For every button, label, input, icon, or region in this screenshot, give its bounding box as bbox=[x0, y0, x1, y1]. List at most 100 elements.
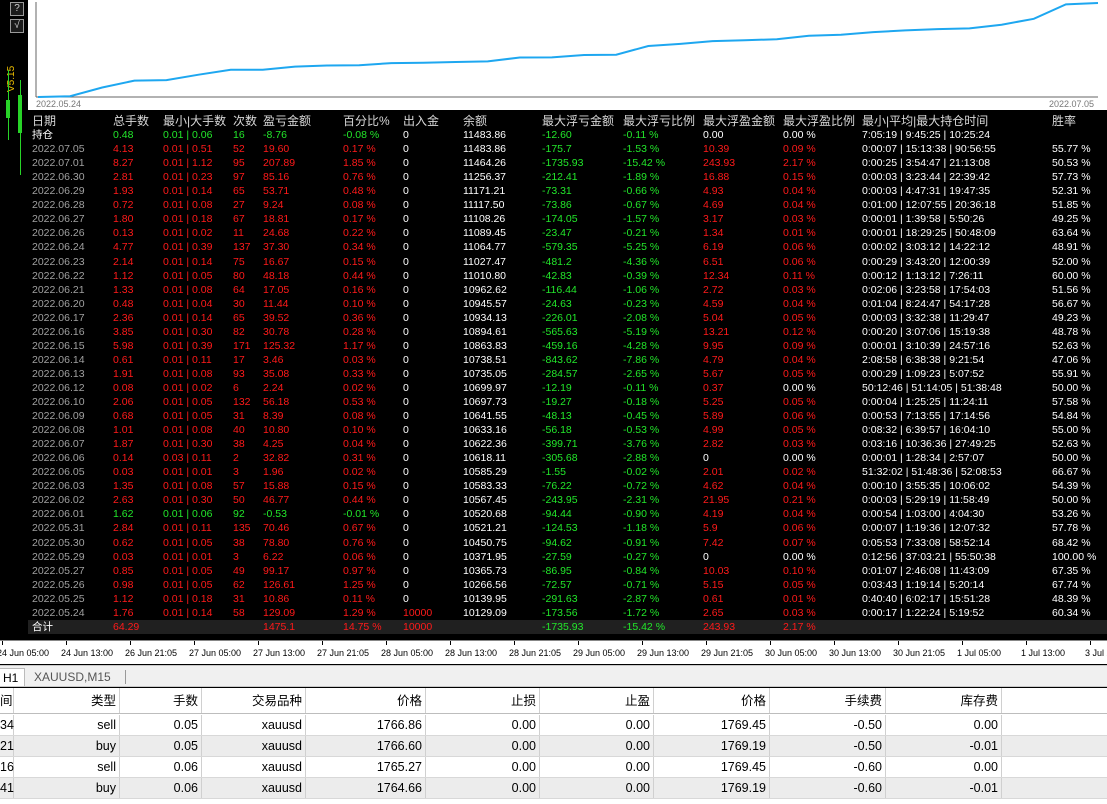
row-profit-loss: 35.08 bbox=[263, 367, 290, 380]
row-trade-count: 82 bbox=[233, 325, 245, 338]
row-hold-times: 0:00:02 | 3:03:12 | 14:22:12 bbox=[862, 241, 991, 254]
time-axis-label: 28 Jun 13:00 bbox=[445, 648, 498, 658]
time-axis-label: 26 Jun 21:05 bbox=[125, 648, 178, 658]
row-trade-count: 38 bbox=[233, 536, 245, 549]
row-total-lots: 1.01 bbox=[113, 424, 134, 437]
time-axis-label: 29 Jun 05:00 bbox=[573, 648, 626, 658]
header-total-lots: 总手数 bbox=[113, 114, 150, 128]
row-win-rate: 52.31 % bbox=[1052, 185, 1091, 198]
row-win-rate: 57.58 % bbox=[1052, 396, 1091, 408]
row-min-max-lots: 0.01 | 0.18 bbox=[163, 213, 213, 226]
row-deposit-withdrawal: 0 bbox=[403, 241, 409, 254]
row-hold-times: 0:02:06 | 3:23:58 | 17:54:03 bbox=[862, 283, 991, 296]
stats-row: 2022.06.20 0.48 0.01 | 0.04 30 11.44 0.10 % 0 1… bbox=[28, 297, 1107, 311]
row-deposit-withdrawal: 0 bbox=[403, 339, 409, 352]
order-stop-loss: 0.00 bbox=[426, 715, 540, 735]
row-percent: 0.08 % bbox=[343, 410, 376, 423]
tab-xauusd-m15[interactable]: XAUUSD,M15 bbox=[28, 668, 117, 686]
row-max-float-profit-pct: 0.04 % bbox=[783, 185, 816, 198]
stats-row: 2022.06.05 0.03 0.01 | 0.01 3 1.96 0.02 % 0 105… bbox=[28, 465, 1107, 479]
stats-row: 2022.05.30 0.62 0.01 | 0.05 38 78.80 0.76 % 0 1… bbox=[28, 536, 1107, 550]
check-button[interactable]: √ bbox=[10, 19, 24, 33]
order-row[interactable]: 21 buy 0.05 xauusd 1766.60 0.00 0.00 1769.19 -0.… bbox=[0, 736, 1107, 757]
row-win-rate: 52.63 % bbox=[1052, 339, 1091, 352]
row-profit-loss: 4.25 bbox=[263, 438, 284, 451]
row-max-float-profit-pct: 0.09 % bbox=[783, 143, 816, 156]
row-total-lots: 1.12 bbox=[113, 592, 134, 605]
total-deposit: 10000 bbox=[403, 620, 433, 633]
row-balance: 10583.33 bbox=[463, 480, 507, 493]
header-percent: 百分比% bbox=[343, 114, 390, 128]
row-date: 2022.06.14 bbox=[32, 353, 85, 366]
row-date: 2022.07.05 bbox=[32, 143, 85, 156]
help-button[interactable]: ? bbox=[10, 2, 24, 16]
position-total-lots: 0.48 bbox=[113, 129, 134, 142]
mt-terminal-window: ? √ V5.15 2022.05.24 2022.07.05 日期 总手数 最小|… bbox=[0, 0, 1107, 804]
row-profit-loss: 3.46 bbox=[263, 353, 284, 366]
row-balance: 11117.50 bbox=[463, 199, 505, 212]
stats-row: 2022.06.30 2.81 0.01 | 0.23 97 85.16 0.76 % 0 1… bbox=[28, 170, 1107, 184]
row-max-float-profit: 2.65 bbox=[703, 606, 724, 619]
row-hold-times: 0:03:43 | 1:19:14 | 5:20:14 bbox=[862, 578, 985, 591]
row-total-lots: 0.98 bbox=[113, 578, 134, 591]
order-lots: 0.05 bbox=[120, 736, 202, 756]
time-axis-tick bbox=[514, 641, 515, 645]
row-max-float-loss: -94.44 bbox=[542, 508, 572, 521]
row-balance: 11010.80 bbox=[463, 269, 507, 282]
order-current-price: 1769.45 bbox=[654, 757, 770, 777]
order-lots: 0.06 bbox=[120, 757, 202, 777]
row-balance: 10450.75 bbox=[463, 536, 507, 549]
row-max-float-profit: 5.25 bbox=[703, 396, 724, 408]
header-open-price: 价格 bbox=[306, 688, 426, 713]
row-date: 2022.05.25 bbox=[32, 592, 85, 605]
time-axis-tick bbox=[258, 641, 259, 645]
row-balance: 10521.21 bbox=[463, 522, 507, 535]
row-total-lots: 4.13 bbox=[113, 143, 134, 156]
row-date: 2022.06.27 bbox=[32, 213, 85, 226]
row-percent: 0.97 % bbox=[343, 564, 376, 577]
row-profit-loss: 56.18 bbox=[263, 396, 290, 408]
row-max-float-profit: 1.34 bbox=[703, 227, 724, 240]
row-deposit-withdrawal: 0 bbox=[403, 424, 409, 437]
stats-row: 2022.05.24 1.76 0.01 | 0.14 58 129.09 1.29 % 1… bbox=[28, 606, 1107, 620]
row-trade-count: 95 bbox=[233, 157, 245, 170]
row-max-float-loss: -12.19 bbox=[542, 381, 572, 394]
row-max-float-loss: -116.44 bbox=[542, 283, 577, 296]
row-win-rate: 54.39 % bbox=[1052, 480, 1091, 493]
row-total-lots: 0.61 bbox=[113, 353, 134, 366]
order-row[interactable]: 16 sell 0.06 xauusd 1765.27 0.00 0.00 1769.45 -0… bbox=[0, 757, 1107, 778]
order-stop-loss: 0.00 bbox=[426, 736, 540, 756]
total-max-float-loss: -1735.93 bbox=[542, 620, 584, 633]
row-balance: 10894.61 bbox=[463, 325, 507, 338]
row-min-max-lots: 0.01 | 0.05 bbox=[163, 269, 213, 282]
row-max-float-loss-pct: -0.39 % bbox=[623, 269, 660, 282]
order-row[interactable]: 41 buy 0.06 xauusd 1764.66 0.00 0.00 1769.19 -0.… bbox=[0, 778, 1107, 799]
row-max-float-profit: 12.34 bbox=[703, 269, 730, 282]
row-hold-times: 0:12:56 | 37:03:21 | 55:50:38 bbox=[862, 550, 996, 563]
row-percent: 0.67 % bbox=[343, 522, 376, 535]
row-profit-loss: 19.60 bbox=[263, 143, 290, 156]
order-row[interactable]: 34 sell 0.05 xauusd 1766.86 0.00 0.00 1769.45 -0… bbox=[0, 715, 1107, 736]
row-max-float-profit: 10.03 bbox=[703, 564, 730, 577]
row-max-float-profit-pct: 0.15 % bbox=[783, 171, 816, 184]
row-total-lots: 2.63 bbox=[113, 494, 134, 507]
row-total-lots: 1.80 bbox=[113, 213, 134, 226]
row-total-lots: 0.08 bbox=[113, 381, 134, 394]
row-trade-count: 52 bbox=[233, 143, 245, 156]
row-trade-count: 97 bbox=[233, 171, 245, 184]
row-profit-loss: 10.86 bbox=[263, 592, 290, 605]
order-ticket: 21 bbox=[0, 736, 14, 756]
row-max-float-loss: -579.35 bbox=[542, 241, 578, 254]
row-hold-times: 0:05:53 | 7:33:08 | 58:52:14 bbox=[862, 536, 991, 549]
row-max-float-profit-pct: 0.10 % bbox=[783, 564, 816, 577]
row-deposit-withdrawal: 0 bbox=[403, 255, 409, 268]
row-max-float-profit-pct: 0.05 % bbox=[783, 396, 816, 408]
row-profit-loss: 70.46 bbox=[263, 522, 290, 535]
row-deposit-withdrawal: 0 bbox=[403, 522, 409, 535]
tab-h1[interactable]: H1 bbox=[0, 668, 26, 686]
row-date: 2022.06.29 bbox=[32, 185, 85, 198]
order-type: sell bbox=[14, 757, 120, 777]
row-max-float-profit: 10.39 bbox=[703, 143, 730, 156]
time-axis-tick bbox=[898, 641, 899, 645]
price-chart-strip[interactable]: ? √ V5.15 bbox=[0, 0, 28, 640]
